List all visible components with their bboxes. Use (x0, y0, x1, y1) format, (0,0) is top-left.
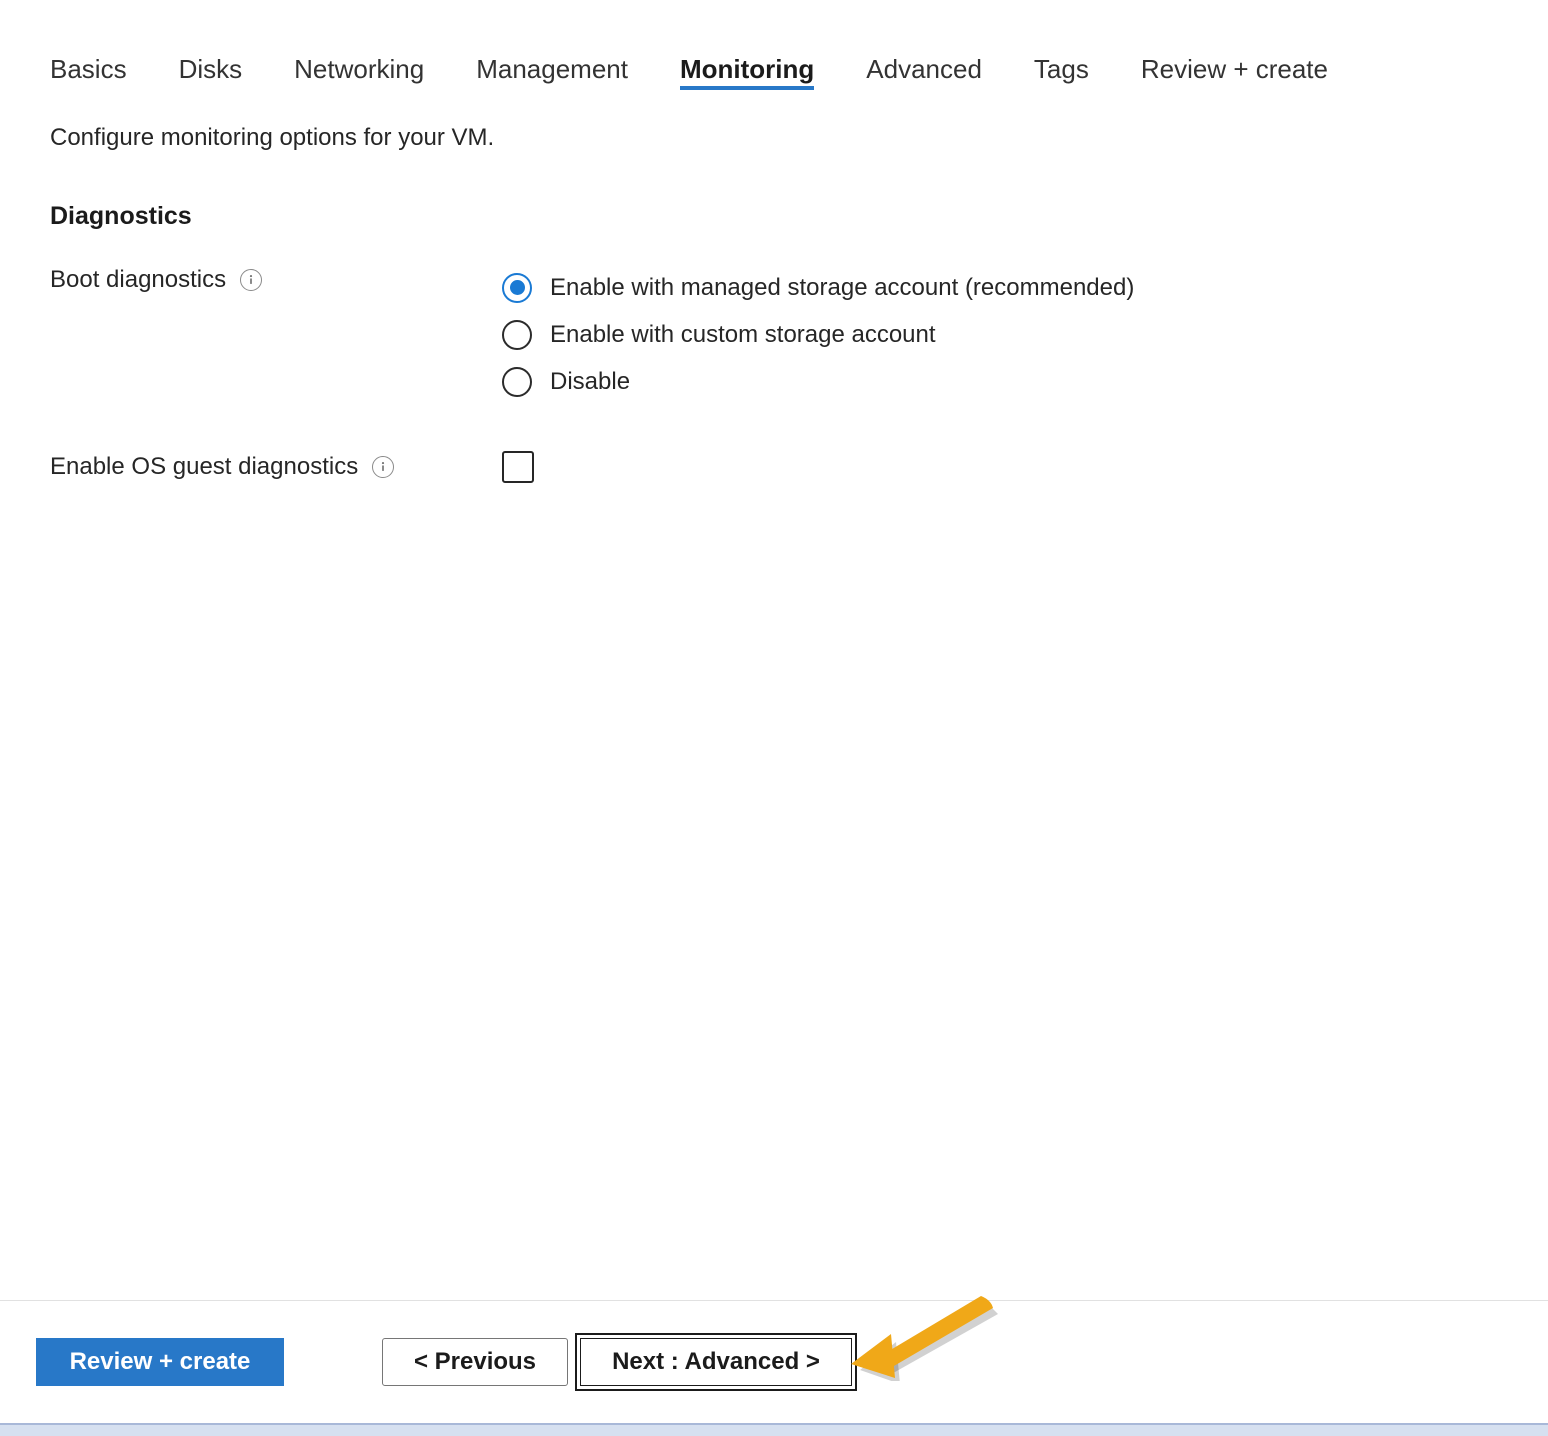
radio-mark-enable-custom-storage[interactable] (502, 319, 532, 350)
section-heading-diagnostics: Diagnostics (50, 202, 192, 230)
previous-button[interactable]: < Previous (382, 1338, 568, 1386)
tab-tags[interactable]: Tags (1034, 56, 1089, 100)
tab-review-create[interactable]: Review + create (1141, 56, 1328, 100)
bottom-status-strip (0, 1423, 1548, 1436)
label-os-guest-diagnostics: Enable OS guest diagnostics (50, 451, 502, 481)
tab-advanced[interactable]: Advanced (866, 56, 982, 100)
radio-label-enable-managed-storage: Enable with managed storage account (rec… (550, 273, 1135, 301)
radio-enable-managed-storage[interactable]: Enable with managed storage account (rec… (502, 264, 1134, 311)
checkbox-os-guest-diagnostics[interactable] (502, 451, 534, 483)
field-row-boot-diagnostics: Boot diagnostics Enable with managed sto… (50, 264, 1548, 405)
tab-management[interactable]: Management (476, 56, 628, 100)
radio-group-boot-diagnostics: Enable with managed storage account (rec… (502, 264, 1134, 405)
info-icon-os-guest-diagnostics[interactable] (372, 456, 395, 478)
radio-mark-enable-managed-storage[interactable] (502, 272, 532, 303)
radio-mark-disable[interactable] (502, 366, 532, 397)
label-os-guest-diagnostics-text: Enable OS guest diagnostics (50, 453, 359, 480)
radio-enable-custom-storage[interactable]: Enable with custom storage account (502, 311, 1134, 358)
tab-networking[interactable]: Networking (294, 56, 424, 100)
page-description: Configure monitoring options for your VM… (50, 124, 495, 151)
tab-basics[interactable]: Basics (50, 56, 127, 100)
field-row-os-guest-diagnostics: Enable OS guest diagnostics (50, 451, 1548, 483)
wizard-tab-bar: Basics Disks Networking Management Monit… (0, 38, 1548, 100)
label-boot-diagnostics: Boot diagnostics (50, 264, 502, 294)
wizard-footer: Review + create < Previous Next : Advanc… (0, 1300, 1548, 1423)
review-create-button[interactable]: Review + create (36, 1338, 284, 1386)
tab-disks[interactable]: Disks (179, 56, 243, 100)
radio-disable[interactable]: Disable (502, 358, 1134, 405)
label-boot-diagnostics-text: Boot diagnostics (50, 266, 227, 293)
radio-label-enable-custom-storage: Enable with custom storage account (550, 320, 936, 348)
radio-label-disable: Disable (550, 367, 631, 395)
info-icon-boot-diagnostics[interactable] (240, 269, 263, 291)
tab-monitoring[interactable]: Monitoring (679, 56, 815, 100)
next-advanced-button[interactable]: Next : Advanced > (575, 1333, 857, 1391)
